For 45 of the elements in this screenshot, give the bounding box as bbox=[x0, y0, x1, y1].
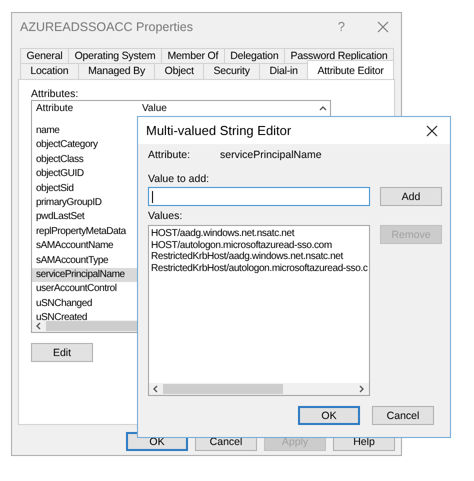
attribute-row[interactable]: uSNChanged bbox=[32, 296, 139, 312]
values-label: Values: bbox=[148, 210, 184, 222]
add-button[interactable]: Add bbox=[380, 187, 442, 206]
scroll-up-icon[interactable] bbox=[319, 104, 327, 112]
attribute-label: Attribute: bbox=[148, 149, 192, 161]
attribute-row[interactable]: sAMAccountType bbox=[32, 254, 139, 268]
value-item[interactable]: RestrictedKrbHost/aadg.windows.net.nsatc.net bbox=[151, 251, 369, 262]
tab[interactable]: Operating System bbox=[68, 48, 162, 64]
attributes-label: Attributes: bbox=[31, 88, 80, 100]
attribute-row[interactable]: pwdLastSet bbox=[32, 210, 139, 225]
column-header[interactable]: Value bbox=[138, 103, 318, 114]
dialog-button[interactable]: OK bbox=[298, 406, 360, 425]
scroll-left-icon[interactable] bbox=[152, 385, 160, 393]
column-header[interactable]: Attribute bbox=[32, 103, 138, 114]
value-item[interactable]: HOST/aadg.windows.net.nsatc.net bbox=[151, 228, 369, 240]
window-title: AZUREADSSOACC Properties bbox=[20, 20, 194, 34]
scroll-right-icon[interactable] bbox=[357, 385, 365, 393]
close-icon[interactable] bbox=[426, 124, 438, 136]
scroll-left-icon[interactable] bbox=[35, 322, 43, 330]
tab[interactable]: Attribute Editor bbox=[307, 60, 394, 79]
value-to-add-label: Value to add: bbox=[148, 173, 210, 185]
tab[interactable]: Location bbox=[20, 63, 79, 79]
attribute-row[interactable]: objectCategory bbox=[32, 138, 139, 153]
dialog-title: Multi-valued String Editor bbox=[146, 123, 292, 138]
tab[interactable]: Delegation bbox=[224, 48, 285, 64]
attribute-row[interactable]: userAccountControl bbox=[32, 282, 139, 297]
attribute-row[interactable]: replPropertyMetaData bbox=[32, 224, 139, 240]
attribute-value: servicePrincipalName bbox=[220, 149, 322, 161]
edit-button[interactable]: Edit bbox=[31, 343, 93, 362]
value-input-field[interactable] bbox=[148, 187, 370, 206]
tab[interactable]: General bbox=[20, 48, 70, 64]
tab[interactable]: Object bbox=[154, 63, 204, 79]
tab[interactable]: Managed By bbox=[78, 63, 156, 79]
value-item[interactable]: HOST/autologon.microsoftazuread-sso.com bbox=[151, 240, 369, 251]
horizontal-scrollbar[interactable] bbox=[149, 383, 369, 395]
dialog-button[interactable]: Cancel bbox=[372, 406, 434, 425]
attribute-row[interactable]: objectSid bbox=[32, 182, 139, 196]
attribute-row[interactable]: objectClass bbox=[32, 152, 139, 168]
value-item[interactable]: RestrictedKrbHost/autologon.microsoftazuread-sso.c bbox=[151, 262, 369, 274]
tab[interactable]: Security bbox=[203, 63, 260, 79]
attribute-row[interactable]: name bbox=[32, 124, 139, 138]
attribute-row[interactable]: objectGUID bbox=[32, 167, 139, 182]
attribute-row[interactable]: sAMAccountName bbox=[32, 239, 139, 254]
attribute-row[interactable]: servicePrincipalName bbox=[32, 268, 139, 282]
attribute-row[interactable]: primaryGroupID bbox=[32, 196, 139, 210]
